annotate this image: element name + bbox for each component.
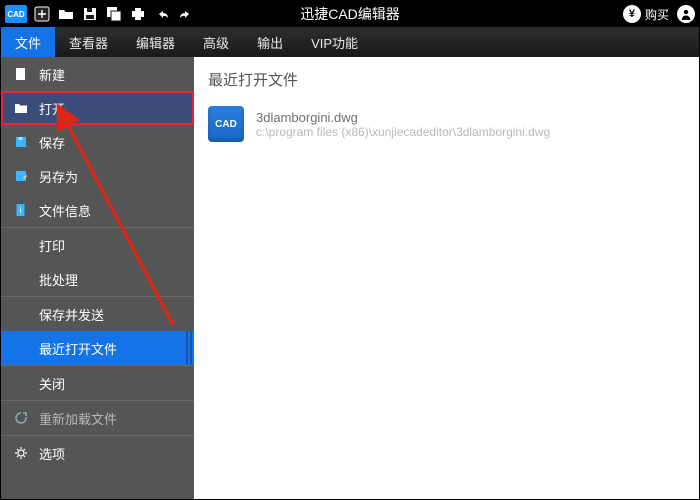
menu-bar: 文件 查看器 编辑器 高级 输出 VIP功能 [1, 27, 699, 57]
side-item-label: 最近打开文件 [39, 339, 117, 358]
spacer [13, 340, 29, 356]
side-item-saveas[interactable]: 另存为 [1, 159, 194, 193]
reload-icon [13, 410, 29, 426]
menu-tab-vip[interactable]: VIP功能 [297, 27, 372, 57]
content-pane: 最近打开文件 CAD 3dlamborgini.dwg c:\program f… [194, 57, 699, 499]
side-item-recent[interactable]: 最近打开文件 [1, 331, 194, 365]
side-item-open[interactable]: 打开 [1, 91, 194, 125]
save-all-icon[interactable] [105, 5, 123, 23]
side-item-fileinfo[interactable]: i 文件信息 [1, 193, 194, 227]
app-logo: CAD [5, 5, 27, 23]
save-icon [13, 134, 29, 150]
side-item-label: 文件信息 [39, 201, 91, 220]
recent-file-row[interactable]: CAD 3dlamborgini.dwg c:\program files (x… [194, 100, 699, 148]
user-icon[interactable] [677, 5, 695, 23]
spacer [13, 306, 29, 322]
spacer [13, 375, 29, 391]
side-item-label: 另存为 [39, 167, 78, 186]
menu-tab-advanced[interactable]: 高级 [189, 27, 243, 57]
buy-label: 购买 [645, 6, 669, 23]
undo-icon[interactable] [153, 5, 171, 23]
file-side-panel: 新建 打开 保存 另存为 [1, 57, 194, 499]
recent-file-name: 3dlamborgini.dwg [256, 110, 550, 125]
spacer [13, 271, 29, 287]
side-item-label: 批处理 [39, 270, 78, 289]
side-item-savesend[interactable]: 保存并发送 [1, 297, 194, 331]
side-item-label: 重新加载文件 [39, 409, 117, 428]
buy-button[interactable]: ¥ 购买 [623, 5, 669, 23]
file-info-icon: i [13, 202, 29, 218]
svg-text:i: i [20, 206, 22, 215]
menu-tab-output[interactable]: 输出 [243, 27, 297, 57]
side-item-options[interactable]: 选项 [1, 436, 194, 470]
side-item-reload[interactable]: 重新加载文件 [1, 401, 194, 435]
open-folder-icon [13, 100, 29, 116]
side-item-label: 打开 [39, 99, 65, 118]
new-file-icon [13, 66, 29, 82]
yen-icon: ¥ [623, 5, 641, 23]
menu-tab-view[interactable]: 查看器 [55, 27, 122, 57]
side-item-label: 保存 [39, 133, 65, 152]
title-bar: CAD 迅捷CAD编辑器 ¥ 购买 [1, 1, 699, 27]
side-item-save[interactable]: 保存 [1, 125, 194, 159]
spacer [13, 237, 29, 253]
save-icon[interactable] [81, 5, 99, 23]
menu-tab-file[interactable]: 文件 [1, 27, 55, 57]
main: 新建 打开 保存 另存为 [1, 57, 699, 499]
side-item-print[interactable]: 打印 [1, 228, 194, 262]
side-item-label: 打印 [39, 236, 65, 255]
side-item-label: 新建 [39, 65, 65, 84]
menu-tab-edit[interactable]: 编辑器 [122, 27, 189, 57]
cad-file-icon: CAD [208, 106, 244, 142]
new-icon[interactable] [33, 5, 51, 23]
side-item-new[interactable]: 新建 [1, 57, 194, 91]
side-item-label: 保存并发送 [39, 305, 104, 324]
gear-icon [13, 445, 29, 461]
side-item-label: 选项 [39, 444, 65, 463]
side-item-label: 关闭 [39, 374, 65, 393]
side-item-batch[interactable]: 批处理 [1, 262, 194, 296]
print-icon[interactable] [129, 5, 147, 23]
side-item-close[interactable]: 关闭 [1, 366, 194, 400]
redo-icon[interactable] [177, 5, 195, 23]
recent-file-path: c:\program files (x86)\xunjiecadeditor\3… [256, 125, 550, 139]
save-as-icon [13, 168, 29, 184]
content-header: 最近打开文件 [194, 57, 699, 100]
open-icon[interactable] [57, 5, 75, 23]
